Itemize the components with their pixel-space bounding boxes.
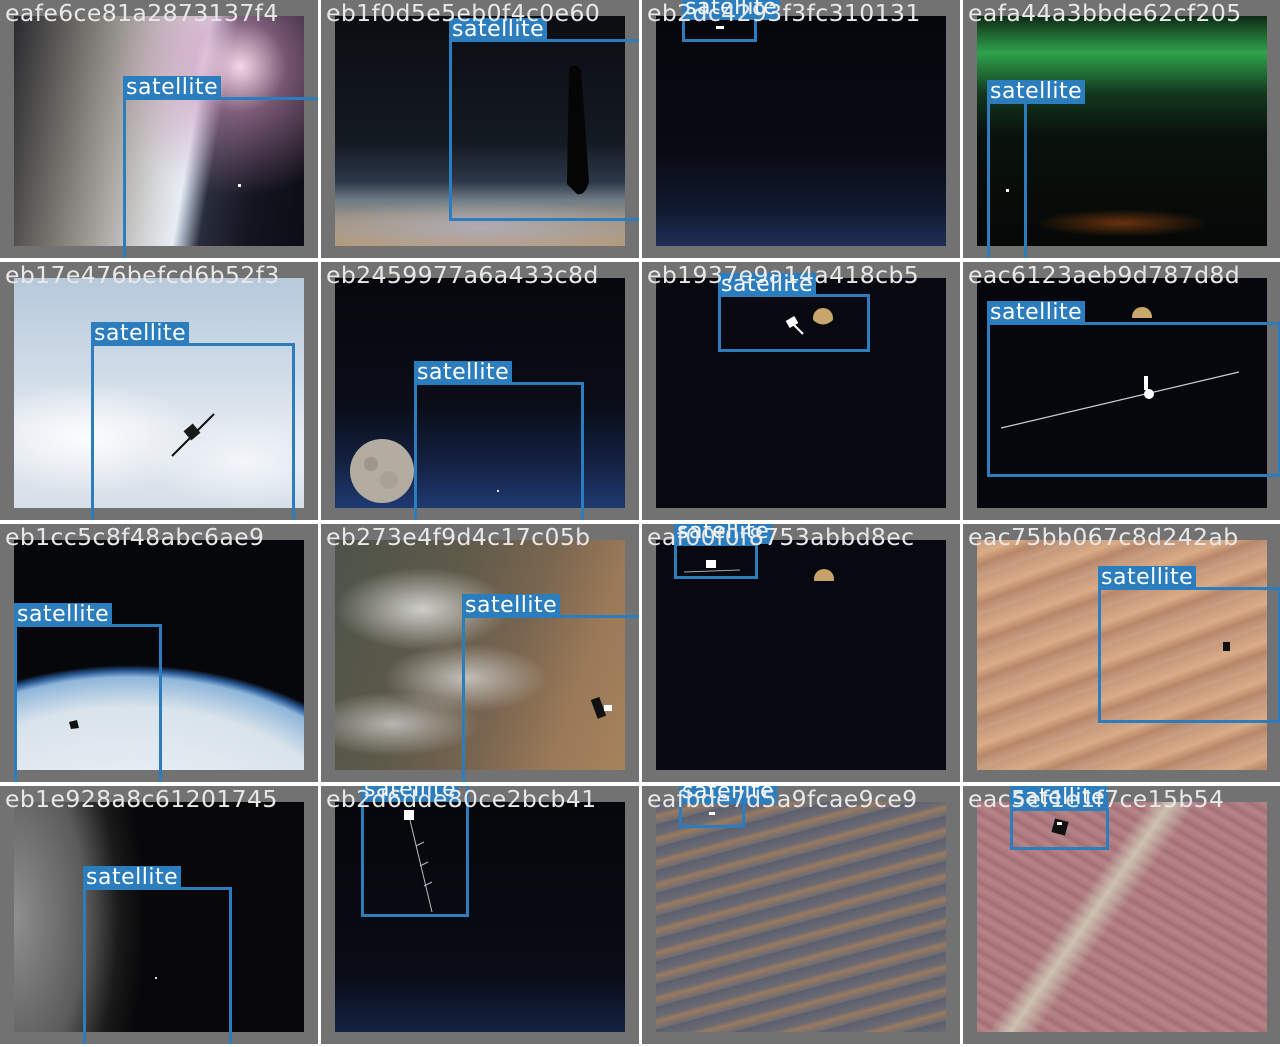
image-id: eb17e476befcd6b52f3 <box>5 262 280 289</box>
scene-image <box>656 802 946 1032</box>
detection-box <box>1098 587 1280 723</box>
grid-cell: satellite eb2dc4293f3fc310131 <box>642 0 960 258</box>
detection-box <box>718 294 870 352</box>
image-id: eb2d6dde80ce2bcb41 <box>326 786 597 813</box>
detection-grid: satellite eafe6ce81a2873137f4 satellite … <box>0 0 1280 1047</box>
moon-object <box>814 569 834 590</box>
image-id: eac75bb067c8d242ab <box>968 524 1239 551</box>
image-id: eaf00f0f8753abbd8ec <box>647 524 915 551</box>
detection-box <box>1010 808 1109 850</box>
image-id: eafbde7d5a9fcae9ce9 <box>647 786 918 813</box>
detection-label: satellite <box>83 866 182 890</box>
image-id: eafe6ce81a2873137f4 <box>5 0 279 27</box>
scene-image <box>656 16 946 246</box>
image-id: eb2dc4293f3fc310131 <box>647 0 921 27</box>
grid-cell: satellite eac6123aeb9d787d8d <box>963 262 1280 520</box>
detection-box <box>987 322 1280 477</box>
grid-cell: satellite eafbde7d5a9fcae9ce9 <box>642 786 960 1044</box>
image-id: eb273e4f9d4c17c05b <box>326 524 591 551</box>
grid-cell: satellite eb1937e9a14a418cb5 <box>642 262 960 520</box>
grid-cell: satellite eb1f0d5e5eb0f4c0e60 <box>321 0 639 258</box>
detection-box <box>462 615 639 782</box>
grid-cell: satellite eaf00f0f8753abbd8ec <box>642 524 960 782</box>
image-id: eafa44a3bbde62cf205 <box>968 0 1242 27</box>
grid-cell: satellite eb17e476befcd6b52f3 <box>0 262 318 520</box>
detection-box <box>987 101 1027 258</box>
grid-cell: satellite eb1e928a8c61201745 <box>0 786 318 1044</box>
detection-label: satellite <box>414 361 513 385</box>
detection-label: satellite <box>1098 566 1197 590</box>
detection-box <box>123 97 318 258</box>
detection-box <box>91 343 295 520</box>
detection-label: satellite <box>987 301 1086 325</box>
grid-cell: satellite eb1cc5c8f48abc6ae9 <box>0 524 318 782</box>
grid-cell: satellite eb273e4f9d4c17c05b <box>321 524 639 782</box>
detection-box <box>14 624 162 782</box>
detection-box <box>83 887 232 1044</box>
grid-cell: satellite eac75bb067c8d242ab <box>963 524 1280 782</box>
image-id: eac6123aeb9d787d8d <box>968 262 1241 289</box>
image-id: eb1937e9a14a418cb5 <box>647 262 920 289</box>
moon-object <box>350 439 414 503</box>
grid-cell: satellite eafa44a3bbde62cf205 <box>963 0 1280 258</box>
image-id: eb2459977a6a433c8d <box>326 262 599 289</box>
image-id: eb1f0d5e5eb0f4c0e60 <box>326 0 601 27</box>
grid-cell: satellite eac5ef1e1f7ce15b54 <box>963 786 1280 1044</box>
detection-label: satellite <box>91 322 190 346</box>
grid-cell: satellite eafe6ce81a2873137f4 <box>0 0 318 258</box>
detection-label: satellite <box>123 76 222 100</box>
detection-box <box>414 382 584 520</box>
grid-cell: satellite eb2d6dde80ce2bcb41 <box>321 786 639 1044</box>
detection-label: satellite <box>987 80 1086 104</box>
grid-cell: satellite eb2459977a6a433c8d <box>321 262 639 520</box>
image-id: eb1cc5c8f48abc6ae9 <box>5 524 265 551</box>
image-id: eac5ef1e1f7ce15b54 <box>968 786 1225 813</box>
detection-label: satellite <box>14 603 113 627</box>
image-id: eb1e928a8c61201745 <box>5 786 278 813</box>
detection-label: satellite <box>462 594 561 618</box>
detection-box <box>449 39 639 221</box>
